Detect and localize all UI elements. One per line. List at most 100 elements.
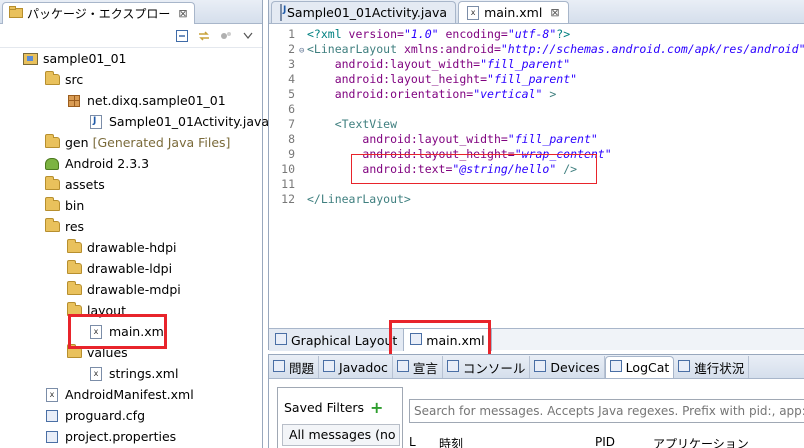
console-tab[interactable]: LogCat	[604, 356, 675, 378]
tree-item[interactable]: sample01_01	[22, 48, 127, 69]
tree-item[interactable]: net.dixq.sample01_01	[66, 90, 226, 111]
package-explorer: パッケージ・エクスプロー ⊠ sample01_01src net.dixq.sa…	[0, 0, 269, 448]
line-number: 1	[288, 27, 295, 41]
folder-icon	[44, 71, 60, 88]
tree-item-label: drawable-ldpi	[87, 261, 173, 276]
console-tab-label: LogCat	[625, 360, 670, 375]
code-token: "fill_parent"	[480, 57, 571, 71]
log-column-header[interactable]: L	[409, 435, 416, 448]
console-tab[interactable]: 問題	[269, 356, 320, 378]
layout-icon	[275, 332, 287, 348]
tree-item-label: net.dixq.sample01_01	[87, 93, 226, 108]
code-line: 7 <TextView	[269, 117, 397, 132]
code-token: "http://schemas.android.com/apk/res/andr…	[500, 42, 804, 56]
tree-item-label: gen	[65, 135, 89, 150]
saved-filters-title: Saved Filters	[284, 400, 365, 415]
javadoc-icon	[323, 359, 336, 375]
console-tab-label: 進行状況	[694, 360, 745, 376]
editor-tab-label: Sample01_01Activity.java	[287, 5, 448, 20]
log-column-header[interactable]: アプリケーション	[653, 435, 749, 448]
editor-mode-tab-label: Graphical Layout	[291, 332, 398, 348]
tree-item-label: res	[65, 219, 85, 234]
code-line: 8 android:layout_width="fill_parent"	[269, 132, 598, 147]
console-panel: 問題 Javadoc 宣言 コンソール Devices LogCat 進行状況 Saved …	[268, 354, 804, 448]
package-explorer-icon	[9, 5, 23, 21]
logcat-search-input[interactable]	[409, 399, 804, 423]
log-column-header[interactable]: 時刻	[439, 435, 463, 448]
tree-item[interactable]: res	[44, 216, 84, 237]
folder-icon	[66, 281, 82, 298]
editor-mode-tab[interactable]: Graphical Layout	[269, 329, 405, 351]
code-token: ?>	[556, 27, 571, 41]
explorer-toolbar	[0, 24, 262, 48]
close-icon[interactable]: ⊠	[178, 7, 187, 20]
tree-item[interactable]: x AndroidManifest.xml	[44, 384, 194, 405]
collapse-all-icon[interactable]	[174, 28, 190, 44]
console-tab[interactable]: 宣言	[393, 356, 443, 378]
link-with-editor-icon[interactable]	[196, 28, 212, 44]
code-token: >	[542, 87, 557, 101]
code-token: "fill_parent"	[487, 72, 578, 86]
code-token: <LinearLayout	[307, 42, 404, 56]
logcat-icon	[609, 360, 622, 375]
code-token: <?xml	[307, 27, 349, 41]
folder-icon	[66, 239, 82, 256]
java-file-icon	[280, 4, 282, 21]
code-token: android:layout_width=	[362, 132, 508, 146]
editor-tab-label: main.xml	[484, 5, 543, 20]
code-line: 3 android:layout_width="fill_parent"	[269, 57, 570, 72]
tree-item[interactable]: bin	[44, 195, 84, 216]
device-icon	[534, 359, 547, 375]
log-table-header: L 時刻 PID アプリケーション	[409, 435, 804, 448]
view-menu-icon[interactable]	[218, 28, 234, 44]
console-tab-label: 宣言	[412, 360, 438, 376]
code-token: android:layout_width=	[334, 57, 481, 71]
editor-tab[interactable]: Sample01_01Activity.java	[271, 1, 457, 23]
line-number: 11	[281, 177, 295, 191]
code-line: 5 android:orientation="vertical" >	[269, 87, 556, 102]
line-number: 7	[288, 117, 295, 131]
code-line: 6	[269, 102, 307, 117]
folder-icon	[44, 197, 60, 214]
log-column-header[interactable]: PID	[595, 435, 615, 448]
console-tab[interactable]: Devices	[530, 356, 605, 378]
tree-item[interactable]: drawable-ldpi	[66, 258, 172, 279]
console-icon	[446, 359, 459, 375]
tree-item[interactable]: drawable-hdpi	[66, 237, 177, 258]
code-token: version=	[348, 27, 404, 41]
code-token: android:orientation=	[334, 87, 474, 101]
tree-item[interactable]: Sample01_01Activity.java	[88, 111, 269, 132]
add-filter-icon[interactable]: +	[370, 398, 383, 417]
tree-item-label: Sample01_01Activity.java	[109, 114, 270, 129]
tree-item[interactable]: Android 2.3.3	[44, 153, 149, 174]
file-icon	[44, 429, 60, 445]
console-tab[interactable]: 進行状況	[674, 356, 750, 378]
close-icon[interactable]: ⊠	[550, 6, 559, 19]
chevron-down-icon[interactable]	[240, 28, 256, 44]
console-tab-label: Devices	[550, 359, 600, 375]
tree-item[interactable]: proguard.cfg	[44, 405, 145, 426]
code-highlight	[351, 154, 597, 184]
code-line: 2 ⊖ <LinearLayout xmlns:android="http://sc…	[269, 42, 804, 57]
all-messages-filter[interactable]: All messages (no	[282, 424, 400, 446]
line-number: 3	[288, 57, 295, 71]
tree-item-label: sample01_01	[43, 51, 127, 66]
tree-item[interactable]: src	[44, 69, 83, 90]
code-line: 1 <?xml version="1.0" encoding="utf-8"?>	[269, 27, 570, 42]
console-tab[interactable]: コンソール	[443, 356, 531, 378]
code-token: </LinearLayout>	[307, 192, 411, 206]
android-library-icon	[44, 156, 60, 172]
editor-tab[interactable]: x main.xml ⊠	[458, 1, 569, 23]
tree-item[interactable]: x strings.xml	[88, 363, 178, 384]
tree-item[interactable]: project.properties	[44, 426, 176, 447]
tree-item-label: project.properties	[65, 429, 177, 444]
xml-editor: Sample01_01Activity.java x main.xml ⊠ 1 <?xm…	[268, 0, 804, 360]
tree-item[interactable]: gen [Generated Java Files]	[44, 132, 230, 153]
package-explorer-tab[interactable]: パッケージ・エクスプロー ⊠	[2, 1, 195, 24]
console-tab-label: Javadoc	[339, 359, 388, 375]
tree-item[interactable]: drawable-mdpi	[66, 279, 181, 300]
tree-item-label: Android 2.3.3	[65, 156, 150, 171]
tree-item[interactable]: assets	[44, 174, 105, 195]
console-tab[interactable]: Javadoc	[319, 356, 393, 378]
